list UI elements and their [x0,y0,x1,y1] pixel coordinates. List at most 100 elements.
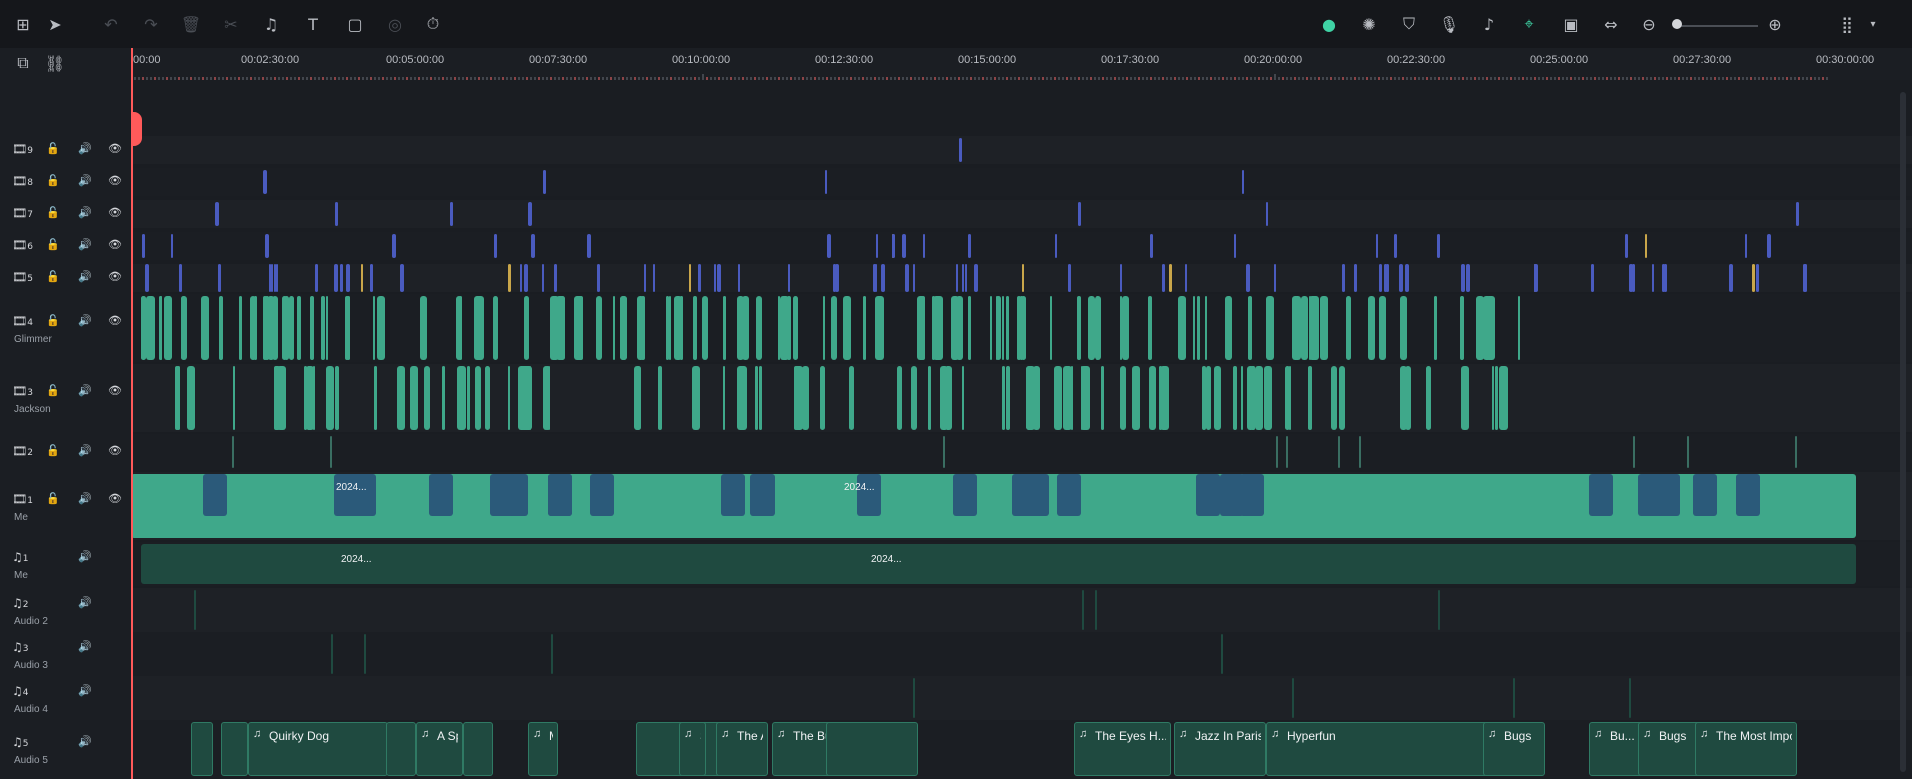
timeline-clip[interactable] [554,264,557,292]
timeline-clip[interactable] [1461,296,1463,360]
timeline-clip[interactable] [1120,296,1122,360]
zoom-out-icon[interactable]: ⊖ [1636,11,1662,37]
timeline-clip[interactable] [1071,366,1073,430]
video-thumbnail[interactable] [1220,474,1244,516]
speaker-icon[interactable]: 🔊 [78,238,92,251]
speaker-icon[interactable]: 🔊 [78,684,92,697]
timeline-clip[interactable] [1495,366,1498,430]
timeline-clip[interactable] [794,366,798,430]
timeline-clip[interactable] [278,366,286,430]
timeline-clip[interactable] [1438,590,1440,630]
link-icon[interactable]: ⛓ [42,50,68,76]
timeline-clip[interactable] [1078,202,1081,226]
timeline-clip[interactable] [820,366,825,430]
track-lane[interactable] [131,588,1912,632]
timeline-clip[interactable] [996,296,1001,360]
timeline-clip[interactable] [442,366,445,430]
timeline-clip[interactable] [187,366,195,430]
timeline-clip[interactable] [1492,366,1494,430]
eye-icon[interactable]: 👁 [108,238,122,251]
timeline-clip[interactable] [239,296,242,360]
add-track-icon[interactable]: ⧉ [10,50,36,76]
timeline-clip[interactable] [911,366,917,430]
color-icon[interactable]: ◎ [382,11,408,37]
timeline-clip[interactable] [361,264,363,292]
timeline-clip[interactable] [1405,264,1409,292]
music-clip[interactable] [463,722,493,776]
timeline-clip[interactable] [521,366,530,430]
timeline-clip[interactable] [1077,296,1081,360]
timeline-clip[interactable] [1214,366,1221,430]
timeline-clip[interactable] [330,436,332,468]
timeline-clip[interactable] [1169,264,1172,292]
timeline-clip[interactable] [326,296,328,360]
video-thumbnail[interactable] [203,474,227,516]
timeline-clip[interactable] [304,366,307,430]
timeline-clip[interactable] [1301,296,1308,360]
timeline-clip[interactable] [1591,264,1594,292]
timeline-clip[interactable] [340,264,343,292]
timeline-clip[interactable] [1088,296,1095,360]
timeline-clip[interactable] [1241,366,1243,430]
timeline-clip[interactable] [653,264,655,292]
track-lane[interactable] [131,168,1912,196]
timeline-clip[interactable] [1534,264,1536,292]
timeline-clip[interactable] [875,264,877,292]
timeline-clip[interactable] [831,296,837,360]
crop-icon[interactable]: ▢ [342,11,368,37]
timeline-clip[interactable] [1068,264,1071,292]
timeline-clip[interactable] [313,366,315,430]
delete-icon[interactable]: 🗑 [178,11,204,37]
timeline-clip[interactable] [1379,264,1382,292]
timeline-clip[interactable] [1767,234,1771,258]
playhead[interactable] [131,48,133,779]
speaker-icon[interactable]: 🔊 [78,384,92,397]
vertical-scrollbar[interactable] [1900,92,1906,772]
timeline-clip[interactable] [587,234,591,258]
timeline-clip[interactable] [1342,264,1345,292]
timeline-clip[interactable] [897,366,902,430]
timeline-clip[interactable] [1148,296,1152,360]
timeline-clip[interactable] [1331,366,1337,430]
timeline-clip[interactable] [937,296,943,360]
timeline-clip[interactable] [315,264,318,292]
timeline-clip[interactable] [1461,366,1469,430]
video-thumbnail[interactable] [429,474,453,516]
timeline-clip[interactable] [232,436,234,468]
audio-clip-strip[interactable] [141,544,1856,584]
timeline-clip[interactable] [698,264,701,292]
video-thumbnail[interactable] [548,474,572,516]
timeline-clip[interactable] [450,202,453,226]
timeline-clip[interactable] [485,366,490,430]
timeline-clip[interactable] [1225,296,1232,360]
playhead-handle[interactable] [131,112,142,146]
lock-icon[interactable]: 🔓 [46,238,60,251]
timeline-clip[interactable] [1082,590,1084,630]
speaker-icon[interactable]: 🔊 [78,596,92,609]
speaker-icon[interactable]: 🔊 [78,550,92,563]
timeline-clip[interactable] [335,366,339,430]
zoom-in-icon[interactable]: ⊕ [1762,11,1788,37]
timeline-clip[interactable] [843,296,851,360]
timeline-clip[interactable] [802,366,809,430]
timeline-clip[interactable] [263,170,267,194]
timeline-clip[interactable] [1354,264,1357,292]
timeline-clip[interactable] [424,366,430,430]
timeline-clip[interactable] [1286,436,1288,468]
timeline-clip[interactable] [1022,264,1024,292]
timeline-clip[interactable] [913,264,915,292]
timeline-clip[interactable] [913,678,915,718]
timeline-clip[interactable] [457,366,466,430]
timeline-clip[interactable] [1096,296,1099,360]
timeline-clip[interactable] [1486,296,1495,360]
timeline-clip[interactable] [1752,264,1755,292]
timeline-clip[interactable] [1309,296,1318,360]
timeline-clip[interactable] [274,366,278,430]
timeline-clip[interactable] [1386,264,1389,292]
timeline-clip[interactable] [693,296,697,360]
timeline-clip[interactable] [1499,366,1508,430]
speed-icon[interactable]: ⏱ [420,11,446,37]
timeline-clip[interactable] [702,296,708,360]
eye-icon[interactable]: 👁 [108,384,122,397]
timeline-clip[interactable] [1795,436,1797,468]
